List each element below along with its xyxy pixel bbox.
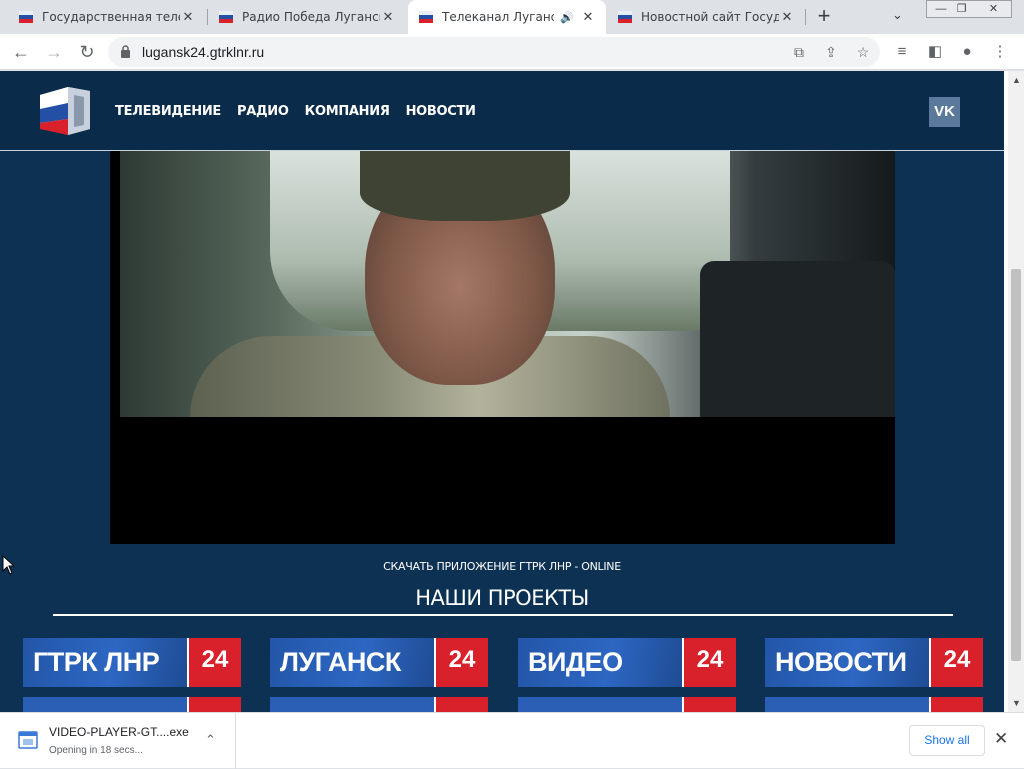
download-file-name: VIDEO-PLAYER-GT....exe xyxy=(49,725,189,739)
page-scrollbar[interactable]: ▲ ▼ xyxy=(1008,71,1024,712)
tab-separator xyxy=(805,9,806,25)
project-number: 24 xyxy=(684,638,736,687)
tab-4[interactable]: Новостной сайт Государ ✕ xyxy=(607,0,805,34)
bookmark-star-icon[interactable]: ☆ xyxy=(854,43,872,61)
tab-title: Радио Победа Луганск Л xyxy=(242,10,380,24)
close-tab-icon[interactable]: ✕ xyxy=(779,9,795,25)
tab-strip: Государственная телевиз ✕ Радио Победа Л… xyxy=(0,0,1024,34)
project-number: 24 xyxy=(189,638,241,687)
project-novosti-24[interactable]: НОВОСТИ 24 xyxy=(765,638,983,687)
page-viewport: ТЕЛЕВИДЕНИЕ РАДИО КОМПАНИЯ НОВОСТИ VK СК… xyxy=(0,71,1008,712)
tab-1[interactable]: Государственная телевиз ✕ xyxy=(8,0,206,34)
project-tile-partial[interactable] xyxy=(270,697,488,712)
gtrk-logo-icon[interactable] xyxy=(38,85,92,137)
nav-television[interactable]: ТЕЛЕВИДЕНИЕ xyxy=(115,104,221,119)
project-tile-partial[interactable] xyxy=(518,697,736,712)
profile-avatar-icon[interactable]: ● xyxy=(957,42,977,62)
mouse-cursor-icon xyxy=(2,555,14,575)
close-tab-icon[interactable]: ✕ xyxy=(180,9,196,25)
gtrk-favicon-icon xyxy=(419,11,433,23)
browser-toolbar: ← → ↻ lugansk24.gtrklnr.ru ⧉ ⇪ ☆ ≡ ◧ ● ⋮ xyxy=(0,34,1024,70)
media-control-icon[interactable]: ≡ xyxy=(892,42,912,62)
projects-title: НАШИ ПРОЕКТЫ xyxy=(415,586,589,610)
translate-icon[interactable]: ⧉ xyxy=(790,43,808,61)
project-tile-partial[interactable] xyxy=(23,697,241,712)
executable-file-icon xyxy=(18,731,38,749)
project-tile-partial[interactable] xyxy=(765,697,983,712)
projects-divider xyxy=(53,614,953,616)
tab-title: Государственная телевиз xyxy=(42,10,180,24)
side-panel-icon[interactable]: ◧ xyxy=(925,42,945,62)
download-status: Opening in 18 secs... xyxy=(49,745,143,756)
scroll-up-icon[interactable]: ▲ xyxy=(1012,75,1021,85)
gtrk-favicon-icon xyxy=(19,11,33,23)
scrollbar-thumb[interactable] xyxy=(1011,269,1021,661)
project-number: 24 xyxy=(931,638,983,687)
main-nav: ТЕЛЕВИДЕНИЕ РАДИО КОМПАНИЯ НОВОСТИ xyxy=(115,104,476,119)
menu-kebab-icon[interactable]: ⋮ xyxy=(990,42,1010,62)
reload-icon[interactable]: ↻ xyxy=(75,40,99,64)
nav-radio[interactable]: РАДИО xyxy=(237,104,289,119)
close-window-button[interactable]: ✕ xyxy=(976,0,1012,18)
address-bar[interactable]: lugansk24.gtrklnr.ru ⧉ ⇪ ☆ xyxy=(108,37,880,67)
lock-icon xyxy=(121,45,130,58)
download-item[interactable]: VIDEO-PLAYER-GT....exe Opening in 18 sec… xyxy=(0,713,236,769)
gtrk-favicon-icon xyxy=(219,11,233,23)
back-arrow-icon[interactable]: ← xyxy=(9,40,33,64)
project-video-24[interactable]: ВИДЕО 24 xyxy=(518,638,736,687)
close-tab-icon[interactable]: ✕ xyxy=(380,9,396,25)
project-gtrk-lnr-24[interactable]: ГТРК ЛНР 24 xyxy=(23,638,241,687)
gtrk-favicon-icon xyxy=(618,11,632,23)
project-name: НОВОСТИ xyxy=(765,638,931,687)
project-lugansk-24[interactable]: ЛУГАНСК 24 xyxy=(270,638,488,687)
vk-icon[interactable]: VK xyxy=(929,97,960,127)
nav-news[interactable]: НОВОСТИ xyxy=(406,104,476,119)
tab-2[interactable]: Радио Победа Луганск Л ✕ xyxy=(208,0,406,34)
close-tab-icon[interactable]: ✕ xyxy=(580,9,596,25)
tab-search-chevron-icon[interactable]: ⌄ xyxy=(892,7,903,23)
audio-playing-icon[interactable]: 🔊 xyxy=(560,11,574,24)
restore-button[interactable]: ❐ xyxy=(947,0,977,18)
close-shelf-icon[interactable]: ✕ xyxy=(994,729,1008,749)
show-all-button[interactable]: Show all xyxy=(909,725,985,756)
project-name: ЛУГАНСК xyxy=(270,638,436,687)
new-tab-button[interactable]: + xyxy=(812,5,836,29)
tab-title: Новостной сайт Государ xyxy=(641,10,779,24)
forward-arrow-icon[interactable]: → xyxy=(42,40,66,64)
project-number: 24 xyxy=(436,638,488,687)
url-text: lugansk24.gtrklnr.ru xyxy=(142,44,265,60)
video-player[interactable] xyxy=(110,151,895,544)
video-frame xyxy=(120,151,895,417)
download-app-link[interactable]: СКАЧАТЬ ПРИЛОЖЕНИЕ ГТРК ЛНР - ONLINE xyxy=(0,560,1004,573)
share-icon[interactable]: ⇪ xyxy=(822,43,840,61)
nav-company[interactable]: КОМПАНИЯ xyxy=(305,104,390,119)
scroll-down-icon[interactable]: ▼ xyxy=(1012,698,1021,708)
tab-3-active[interactable]: Телеканал Луганск 24 🔊 ✕ xyxy=(408,0,606,34)
project-name: ВИДЕО xyxy=(518,638,684,687)
project-name: ГТРК ЛНР xyxy=(23,638,189,687)
tab-title: Телеканал Луганск 24 xyxy=(442,10,554,24)
site-body: ТЕЛЕВИДЕНИЕ РАДИО КОМПАНИЯ НОВОСТИ VK СК… xyxy=(0,71,1004,712)
site-header: ТЕЛЕВИДЕНИЕ РАДИО КОМПАНИЯ НОВОСТИ VK xyxy=(0,71,1004,151)
chevron-up-icon[interactable]: ⌃ xyxy=(205,732,216,748)
download-shelf: VIDEO-PLAYER-GT....exe Opening in 18 sec… xyxy=(0,712,1024,769)
